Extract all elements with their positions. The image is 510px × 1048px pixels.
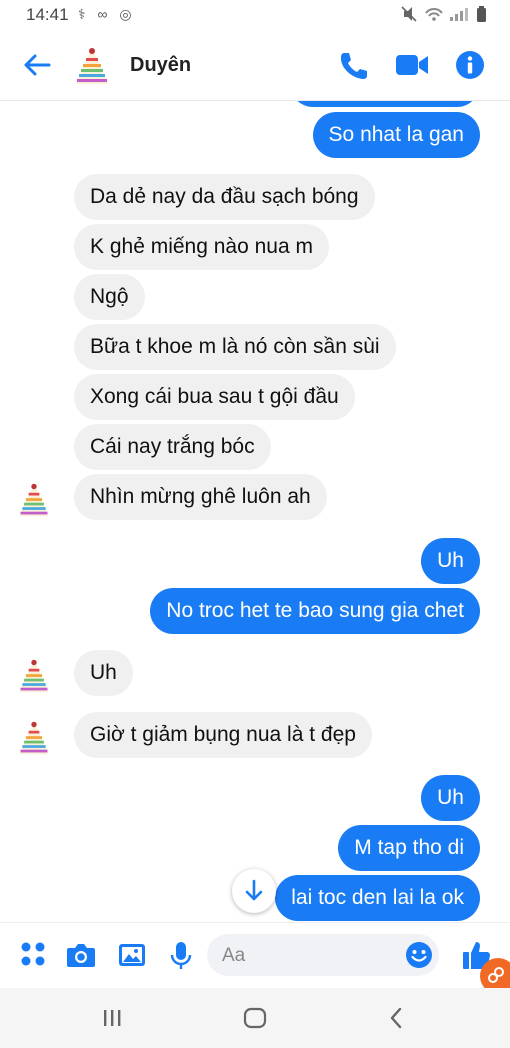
info-icon[interactable] <box>455 50 485 80</box>
status-bar: 14:41 ⚕ ∞ ◎ <box>0 0 510 30</box>
message-bubble-outgoing[interactable]: M tap tho di <box>338 825 480 871</box>
message-bubble-incoming[interactable]: Nhìn mừng ghê luôn ah <box>74 474 327 520</box>
message-bubble-incoming[interactable]: Giờ t giảm bụng nua là t đẹp <box>74 712 372 758</box>
system-navigation-bar <box>0 988 510 1048</box>
arrow-down-icon <box>245 879 263 901</box>
system-icons <box>400 5 490 26</box>
signal-icon <box>450 8 468 21</box>
sender-avatar[interactable] <box>16 479 52 521</box>
composer-bar: Aa <box>0 922 510 989</box>
back-arrow-icon[interactable] <box>20 48 54 82</box>
contact-avatar[interactable] <box>72 44 112 88</box>
microphone-icon[interactable] <box>170 941 192 971</box>
contact-name[interactable]: Duyên <box>130 54 191 77</box>
phone-call-icon[interactable] <box>338 50 368 80</box>
notification-icons: ⚕ ∞ ◎ <box>78 6 136 22</box>
message-bubble-incoming[interactable]: Xong cái bua sau t gội đầu <box>74 374 355 420</box>
message-bubble-outgoing[interactable]: Uh <box>421 538 480 584</box>
home-icon[interactable] <box>243 1007 267 1029</box>
recent-apps-icon[interactable] <box>102 1008 122 1028</box>
message-bubble-incoming[interactable]: K ghẻ miếng nào nua m <box>74 224 329 270</box>
apps-grid-icon[interactable] <box>20 941 46 967</box>
message-bubble-incoming[interactable]: Da dẻ nay da đầu sạch bóng <box>74 174 375 220</box>
message-bubble-incoming[interactable]: Cái nay trắng bóc <box>74 424 271 470</box>
wifi-icon <box>425 8 443 21</box>
message-bubble-incoming[interactable]: Uh <box>74 650 133 696</box>
back-nav-icon[interactable] <box>388 1007 404 1029</box>
message-bubble-incoming[interactable]: Bữa t khoe m là nó còn sần sùi <box>74 324 396 370</box>
message-bubble-outgoing[interactable]: No troc het te bao sung gia chet <box>150 588 480 634</box>
video-call-icon[interactable] <box>395 52 429 78</box>
chat-header: Duyên <box>0 30 510 101</box>
message-list[interactable]: So nhat la gan Da dẻ nay da đầu sạch bón… <box>0 101 510 921</box>
sender-avatar[interactable] <box>16 655 52 697</box>
battery-icon <box>477 6 486 22</box>
message-bubble-outgoing[interactable]: So nhat la gan <box>312 112 480 158</box>
message-input-placeholder: Aa <box>222 945 246 966</box>
emoji-icon[interactable] <box>405 941 433 969</box>
camera-icon[interactable] <box>66 941 96 969</box>
status-time: 14:41 <box>26 5 69 24</box>
image-gallery-icon[interactable] <box>118 941 146 969</box>
sender-avatar[interactable] <box>16 717 52 759</box>
scroll-to-bottom-button[interactable] <box>232 869 276 913</box>
message-bubble-outgoing[interactable]: Uh <box>421 775 480 821</box>
message-input[interactable]: Aa <box>207 934 439 976</box>
mute-icon <box>401 6 417 22</box>
message-bubble-outgoing[interactable]: lai toc den lai la ok <box>275 875 480 921</box>
message-bubble-partial <box>290 101 480 107</box>
message-bubble-incoming[interactable]: Ngộ <box>74 274 145 320</box>
